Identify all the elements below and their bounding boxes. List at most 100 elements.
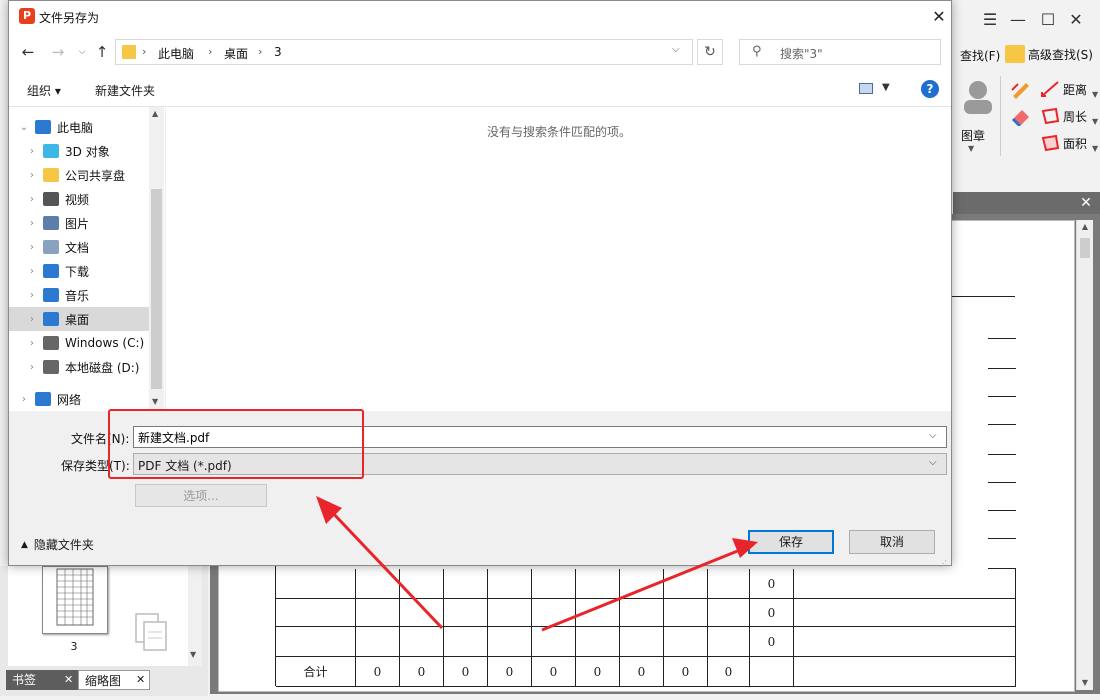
distance-dropdown-icon[interactable]: ▼	[1092, 90, 1098, 99]
perimeter-button[interactable]: 周长	[1040, 107, 1087, 125]
table-cell	[988, 455, 1016, 483]
thumbnail-scrollbar[interactable]: ▼	[188, 566, 202, 666]
nav-scrollbar[interactable]: ▲ ▼	[149, 107, 164, 411]
nav-item[interactable]: ⌄ 此电脑	[9, 115, 149, 139]
ribbon-divider	[1000, 76, 1001, 156]
file-list[interactable]: 没有与搜索条件匹配的项。	[165, 107, 951, 411]
table-cell	[576, 599, 620, 627]
breadcrumb-this-pc[interactable]: 此电脑	[158, 45, 194, 62]
thumb-scroll-down-icon[interactable]: ▼	[190, 650, 196, 659]
recent-locations-icon[interactable]: ⌵	[71, 41, 93, 63]
copy-pages-icon[interactable]	[132, 608, 176, 656]
expand-chevron-icon[interactable]: ›	[25, 290, 39, 301]
nav-item[interactable]: › Windows (C:)	[9, 331, 149, 355]
find-button[interactable]: 查找(F)	[960, 47, 1000, 64]
scroll-thumb[interactable]	[1080, 238, 1090, 258]
close-bookmarks-tab-icon[interactable]: ✕	[64, 670, 78, 690]
back-arrow-icon[interactable]: ←	[17, 41, 39, 63]
expand-chevron-icon[interactable]: ›	[25, 362, 39, 373]
table-cell	[356, 569, 400, 599]
refresh-icon[interactable]: ↻	[697, 39, 723, 65]
expand-chevron-icon[interactable]: ›	[25, 338, 39, 349]
view-dropdown-icon[interactable]: ▼	[882, 82, 890, 93]
new-folder-button[interactable]: 新建文件夹	[95, 82, 155, 99]
expand-chevron-icon[interactable]: ›	[17, 394, 31, 405]
table-cell	[988, 483, 1016, 511]
address-dropdown-icon[interactable]: ⌵	[672, 44, 680, 55]
draw-pen-icon[interactable]	[1010, 78, 1032, 103]
table-cell	[276, 569, 356, 599]
distance-button[interactable]: 距离	[1040, 80, 1087, 98]
table-cell	[276, 599, 356, 627]
table-cell	[356, 599, 400, 627]
nav-item[interactable]: › 网络	[9, 387, 149, 411]
hide-folders-toggle[interactable]: ▲ 隐藏文件夹	[21, 536, 94, 553]
nav-item[interactable]: › 下载	[9, 259, 149, 283]
scroll-down-icon[interactable]: ▼	[1077, 676, 1093, 690]
stamp-dropdown-icon[interactable]: ▼	[968, 144, 974, 153]
table-cell	[750, 657, 794, 687]
expand-chevron-icon[interactable]: ›	[25, 266, 39, 277]
breadcrumb-desktop[interactable]: 桌面	[224, 45, 248, 62]
perimeter-dropdown-icon[interactable]: ▼	[1092, 117, 1098, 126]
up-arrow-icon[interactable]: ↑	[91, 41, 113, 63]
minimize-icon[interactable]: —	[1006, 8, 1030, 32]
advanced-find-label: 高级查找(S)	[1028, 47, 1093, 62]
expand-chevron-icon[interactable]: ›	[25, 314, 39, 325]
expand-chevron-icon[interactable]: ›	[25, 170, 39, 181]
search-icon: ⚲	[752, 44, 762, 59]
save-button[interactable]: 保存	[748, 530, 834, 554]
page-thumbnail[interactable]	[42, 566, 108, 634]
address-bar[interactable]: › 此电脑 › 桌面 › 3 ⌵	[115, 39, 693, 65]
nav-item[interactable]: › 文档	[9, 235, 149, 259]
nav-scroll-down-icon[interactable]: ▼	[152, 397, 158, 406]
expand-chevron-icon[interactable]: ›	[25, 242, 39, 253]
expand-chevron-icon[interactable]: ›	[25, 194, 39, 205]
view-options-icon[interactable]	[859, 83, 873, 94]
nav-item[interactable]: › 本地磁盘 (D:)	[9, 355, 149, 379]
resize-grip-icon[interactable]: ⋰	[939, 559, 947, 568]
scroll-up-icon[interactable]: ▲	[1077, 220, 1093, 234]
help-icon[interactable]: ?	[921, 80, 939, 98]
close-app-icon[interactable]: ✕	[1064, 8, 1088, 32]
nav-item-label: 音乐	[65, 288, 90, 303]
menu-icon[interactable]: ☰	[978, 8, 1002, 32]
maximize-icon[interactable]: ☐	[1036, 8, 1060, 32]
options-button[interactable]: 选项...	[135, 484, 267, 507]
eraser-icon[interactable]	[1010, 106, 1032, 129]
expand-chevron-icon[interactable]: ›	[25, 218, 39, 229]
expand-chevron-icon[interactable]: ›	[25, 146, 39, 157]
organize-button[interactable]: 组织 ▾	[27, 82, 61, 99]
nav-item-label: 文档	[65, 240, 90, 255]
computer-icon	[35, 120, 51, 134]
table-cell	[794, 657, 1016, 687]
app-logo-icon: P	[19, 8, 35, 24]
breadcrumb-folder-3[interactable]: 3	[274, 45, 282, 59]
close-document-icon[interactable]: ✕	[1076, 194, 1096, 212]
dialog-close-icon[interactable]: ✕	[927, 5, 951, 29]
nav-item[interactable]: › 3D 对象	[9, 139, 149, 163]
advanced-find-button[interactable]: 高级查找(S)	[1005, 45, 1093, 63]
expand-chevron-icon[interactable]: ⌄	[17, 122, 31, 133]
forward-arrow-icon[interactable]: →	[47, 41, 69, 63]
file-name-dropdown-icon[interactable]: ⌵	[929, 430, 937, 441]
nav-item[interactable]: › 音乐	[9, 283, 149, 307]
nav-scroll-up-icon[interactable]: ▲	[152, 109, 158, 118]
save-type-dropdown-icon[interactable]: ⌵	[929, 457, 937, 468]
table-cell: 0	[664, 657, 708, 687]
close-thumbnails-tab-icon[interactable]: ✕	[136, 670, 150, 690]
nav-item[interactable]: › 视频	[9, 187, 149, 211]
table-cell: 0	[488, 657, 532, 687]
document-vertical-scrollbar[interactable]: ▲ ▼	[1076, 220, 1093, 690]
nav-item[interactable]: › 图片	[9, 211, 149, 235]
nav-item[interactable]: › 桌面	[9, 307, 149, 331]
cancel-button[interactable]: 取消	[849, 530, 935, 554]
3d-objects-icon	[43, 144, 59, 158]
area-button[interactable]: 面积	[1040, 134, 1087, 152]
nav-scroll-thumb[interactable]	[151, 189, 162, 389]
music-icon	[43, 288, 59, 302]
nav-item[interactable]: › 公司共享盘	[9, 163, 149, 187]
search-input[interactable]: ⚲ 搜索"3"	[739, 39, 941, 65]
stamp-button[interactable]: 图章	[961, 127, 985, 144]
area-dropdown-icon[interactable]: ▼	[1092, 144, 1098, 153]
